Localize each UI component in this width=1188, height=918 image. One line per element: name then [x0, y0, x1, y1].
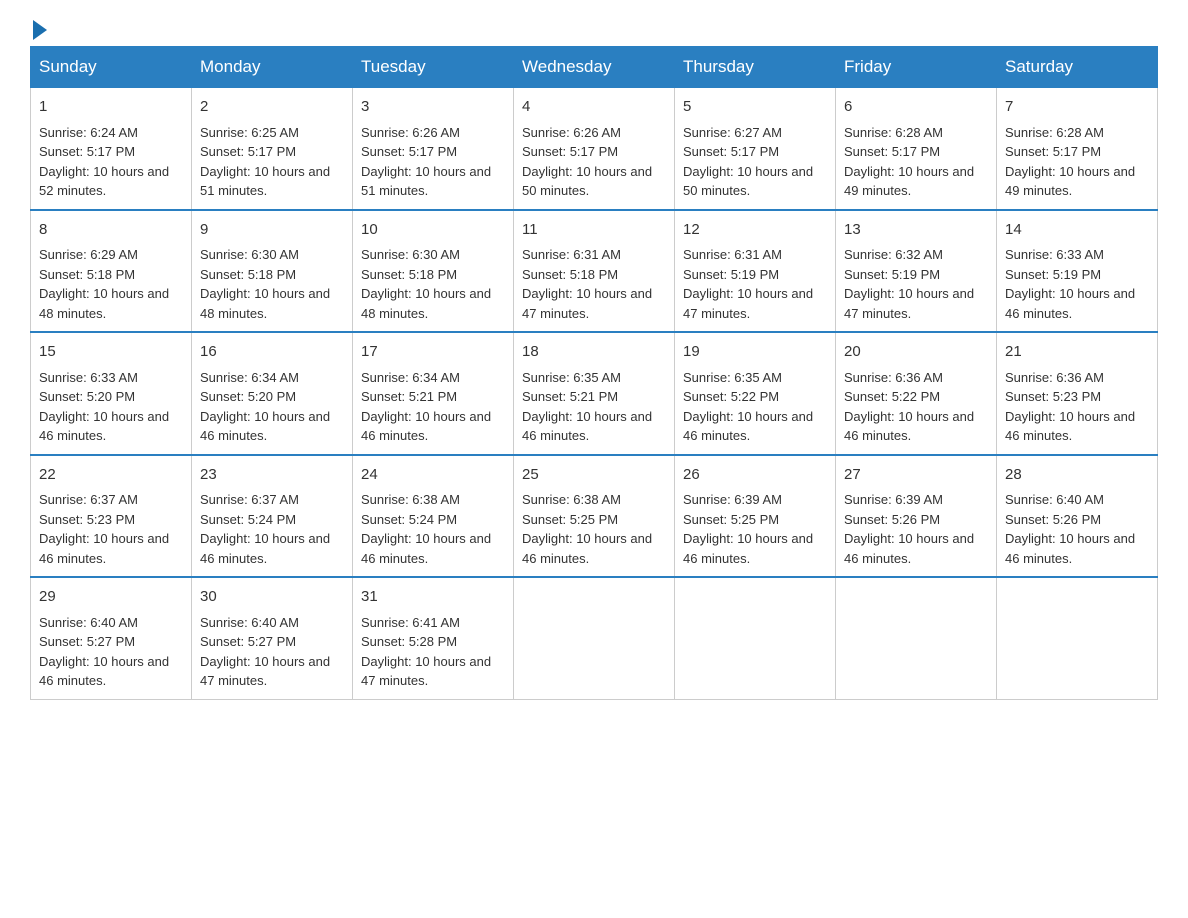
calendar-week-3: 15Sunrise: 6:33 AMSunset: 5:20 PMDayligh…: [31, 332, 1158, 455]
day-number: 13: [844, 219, 988, 242]
calendar-cell: 16Sunrise: 6:34 AMSunset: 5:20 PMDayligh…: [192, 332, 353, 455]
logo: [30, 20, 50, 36]
calendar-cell: 19Sunrise: 6:35 AMSunset: 5:22 PMDayligh…: [675, 332, 836, 455]
calendar-cell: 25Sunrise: 6:38 AMSunset: 5:25 PMDayligh…: [514, 455, 675, 578]
header-monday: Monday: [192, 47, 353, 88]
day-number: 21: [1005, 341, 1149, 364]
calendar-cell: [997, 577, 1158, 699]
day-number: 31: [361, 586, 505, 609]
calendar-week-5: 29Sunrise: 6:40 AMSunset: 5:27 PMDayligh…: [31, 577, 1158, 699]
day-number: 26: [683, 464, 827, 487]
calendar-cell: 9Sunrise: 6:30 AMSunset: 5:18 PMDaylight…: [192, 210, 353, 333]
calendar-cell: 5Sunrise: 6:27 AMSunset: 5:17 PMDaylight…: [675, 88, 836, 210]
day-number: 27: [844, 464, 988, 487]
calendar-cell: 20Sunrise: 6:36 AMSunset: 5:22 PMDayligh…: [836, 332, 997, 455]
calendar-cell: 1Sunrise: 6:24 AMSunset: 5:17 PMDaylight…: [31, 88, 192, 210]
header-sunday: Sunday: [31, 47, 192, 88]
day-number: 6: [844, 96, 988, 119]
calendar-cell: [514, 577, 675, 699]
calendar-cell: 13Sunrise: 6:32 AMSunset: 5:19 PMDayligh…: [836, 210, 997, 333]
calendar-cell: 24Sunrise: 6:38 AMSunset: 5:24 PMDayligh…: [353, 455, 514, 578]
calendar-cell: 17Sunrise: 6:34 AMSunset: 5:21 PMDayligh…: [353, 332, 514, 455]
header-tuesday: Tuesday: [353, 47, 514, 88]
day-number: 16: [200, 341, 344, 364]
calendar-cell: 30Sunrise: 6:40 AMSunset: 5:27 PMDayligh…: [192, 577, 353, 699]
calendar-cell: 26Sunrise: 6:39 AMSunset: 5:25 PMDayligh…: [675, 455, 836, 578]
calendar-cell: 31Sunrise: 6:41 AMSunset: 5:28 PMDayligh…: [353, 577, 514, 699]
calendar-cell: 23Sunrise: 6:37 AMSunset: 5:24 PMDayligh…: [192, 455, 353, 578]
logo-arrow-icon: [33, 20, 47, 40]
day-number: 14: [1005, 219, 1149, 242]
calendar-cell: 18Sunrise: 6:35 AMSunset: 5:21 PMDayligh…: [514, 332, 675, 455]
calendar-cell: 12Sunrise: 6:31 AMSunset: 5:19 PMDayligh…: [675, 210, 836, 333]
calendar-cell: 28Sunrise: 6:40 AMSunset: 5:26 PMDayligh…: [997, 455, 1158, 578]
calendar-cell: 4Sunrise: 6:26 AMSunset: 5:17 PMDaylight…: [514, 88, 675, 210]
calendar-cell: [675, 577, 836, 699]
day-number: 2: [200, 96, 344, 119]
day-number: 28: [1005, 464, 1149, 487]
calendar-week-4: 22Sunrise: 6:37 AMSunset: 5:23 PMDayligh…: [31, 455, 1158, 578]
day-number: 10: [361, 219, 505, 242]
calendar-cell: [836, 577, 997, 699]
header-thursday: Thursday: [675, 47, 836, 88]
calendar-cell: 6Sunrise: 6:28 AMSunset: 5:17 PMDaylight…: [836, 88, 997, 210]
day-number: 15: [39, 341, 183, 364]
day-number: 1: [39, 96, 183, 119]
calendar-cell: 29Sunrise: 6:40 AMSunset: 5:27 PMDayligh…: [31, 577, 192, 699]
day-number: 18: [522, 341, 666, 364]
calendar-cell: 7Sunrise: 6:28 AMSunset: 5:17 PMDaylight…: [997, 88, 1158, 210]
day-number: 8: [39, 219, 183, 242]
day-number: 19: [683, 341, 827, 364]
calendar-cell: 3Sunrise: 6:26 AMSunset: 5:17 PMDaylight…: [353, 88, 514, 210]
calendar-week-1: 1Sunrise: 6:24 AMSunset: 5:17 PMDaylight…: [31, 88, 1158, 210]
header-friday: Friday: [836, 47, 997, 88]
calendar-cell: 10Sunrise: 6:30 AMSunset: 5:18 PMDayligh…: [353, 210, 514, 333]
day-number: 3: [361, 96, 505, 119]
header-wednesday: Wednesday: [514, 47, 675, 88]
calendar-cell: 14Sunrise: 6:33 AMSunset: 5:19 PMDayligh…: [997, 210, 1158, 333]
day-number: 22: [39, 464, 183, 487]
day-number: 7: [1005, 96, 1149, 119]
calendar-cell: 15Sunrise: 6:33 AMSunset: 5:20 PMDayligh…: [31, 332, 192, 455]
day-number: 24: [361, 464, 505, 487]
calendar-cell: 27Sunrise: 6:39 AMSunset: 5:26 PMDayligh…: [836, 455, 997, 578]
calendar-cell: 2Sunrise: 6:25 AMSunset: 5:17 PMDaylight…: [192, 88, 353, 210]
calendar-week-2: 8Sunrise: 6:29 AMSunset: 5:18 PMDaylight…: [31, 210, 1158, 333]
day-number: 30: [200, 586, 344, 609]
day-number: 4: [522, 96, 666, 119]
day-number: 17: [361, 341, 505, 364]
calendar-cell: 21Sunrise: 6:36 AMSunset: 5:23 PMDayligh…: [997, 332, 1158, 455]
day-number: 20: [844, 341, 988, 364]
day-number: 25: [522, 464, 666, 487]
calendar-cell: 11Sunrise: 6:31 AMSunset: 5:18 PMDayligh…: [514, 210, 675, 333]
calendar-header-row: SundayMondayTuesdayWednesdayThursdayFrid…: [31, 47, 1158, 88]
day-number: 11: [522, 219, 666, 242]
day-number: 12: [683, 219, 827, 242]
day-number: 23: [200, 464, 344, 487]
day-number: 29: [39, 586, 183, 609]
day-number: 5: [683, 96, 827, 119]
day-number: 9: [200, 219, 344, 242]
header-saturday: Saturday: [997, 47, 1158, 88]
page-header: [30, 20, 1158, 36]
calendar-cell: 22Sunrise: 6:37 AMSunset: 5:23 PMDayligh…: [31, 455, 192, 578]
calendar-table: SundayMondayTuesdayWednesdayThursdayFrid…: [30, 46, 1158, 700]
calendar-cell: 8Sunrise: 6:29 AMSunset: 5:18 PMDaylight…: [31, 210, 192, 333]
